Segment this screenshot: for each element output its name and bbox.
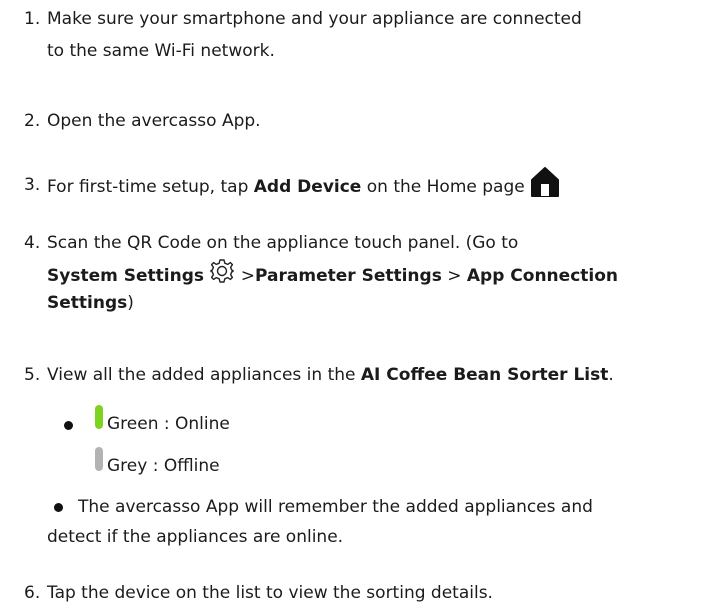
offline-status-text: Grey : Offline — [107, 456, 220, 476]
grey-status-bar — [95, 447, 103, 471]
bullet — [64, 421, 73, 430]
step-1-text-line1: Make sure your smartphone and your appli… — [47, 9, 582, 29]
green-status-bar — [95, 405, 103, 429]
app-connection-label: App Connection — [466, 266, 619, 286]
settings-label: Settings — [47, 293, 128, 313]
step-4-text-line1: Scan the QR Code on the appliance touch … — [47, 233, 519, 253]
step-4-number: 4. — [24, 233, 41, 253]
gear-icon — [209, 258, 235, 294]
sorter-list-label: AI Coffee Bean Sorter List — [360, 365, 609, 385]
note-text-line1: The avercasso App will remember the adde… — [78, 497, 593, 517]
parameter-settings-label: Parameter Settings — [255, 266, 442, 286]
add-device-label: Add Device — [253, 177, 362, 197]
step-2-text: Open the avercasso App. — [47, 111, 261, 131]
step-2-number: 2. — [24, 111, 41, 131]
online-status-text: Green : Online — [107, 414, 230, 434]
bullet — [54, 503, 63, 512]
step-3-number: 3. — [24, 175, 41, 195]
step-6-number: 6. — [24, 583, 41, 603]
home-icon — [530, 166, 560, 208]
step-5-text: View all the added appliances in the AI … — [47, 365, 614, 385]
system-settings-label: System Settings — [47, 266, 204, 286]
step-4-text-line3: Settings) — [47, 293, 134, 313]
step-3-text: For first-time setup, tap Add Device on … — [47, 166, 560, 208]
note-text-line2: detect if the appliances are online. — [47, 527, 344, 547]
step-1-number: 1. — [24, 9, 41, 29]
step-1-text-line2: to the same Wi-Fi network. — [47, 41, 275, 61]
step-5-number: 5. — [24, 365, 41, 385]
step-6-text: Tap the device on the list to view the s… — [47, 583, 493, 603]
